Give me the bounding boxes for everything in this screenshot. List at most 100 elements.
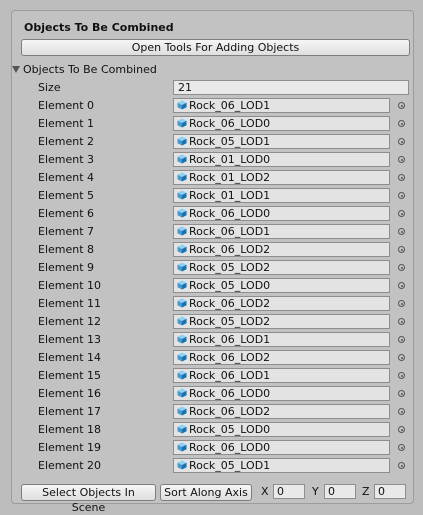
object-name: Rock_06_LOD0 xyxy=(189,441,271,454)
object-field[interactable]: Rock_06_LOD0 xyxy=(173,116,390,131)
object-name: Rock_06_LOD2 xyxy=(189,243,271,256)
element-row: Element 10 Rock_05_LOD0 xyxy=(12,277,415,295)
element-label: Element 9 xyxy=(38,261,95,274)
x-axis-input[interactable]: 0 xyxy=(273,484,305,499)
panel-title: Objects To Be Combined xyxy=(24,21,174,34)
mesh-cube-icon xyxy=(177,406,187,416)
object-name: Rock_06_LOD1 xyxy=(189,225,271,238)
object-field[interactable]: Rock_06_LOD0 xyxy=(173,206,390,221)
element-label: Element 12 xyxy=(38,315,102,328)
object-picker-icon[interactable] xyxy=(398,210,405,217)
object-field[interactable]: Rock_01_LOD0 xyxy=(173,152,390,167)
object-picker-icon[interactable] xyxy=(398,138,405,145)
object-field[interactable]: Rock_05_LOD1 xyxy=(173,134,390,149)
object-picker-icon[interactable] xyxy=(398,390,405,397)
element-row: Element 4 Rock_01_LOD2 xyxy=(12,169,415,187)
object-field[interactable]: Rock_06_LOD1 xyxy=(173,332,390,347)
object-picker-icon[interactable] xyxy=(398,156,405,163)
foldout-arrow-icon[interactable] xyxy=(12,66,20,73)
object-picker-icon[interactable] xyxy=(398,408,405,415)
object-name: Rock_06_LOD1 xyxy=(189,99,271,112)
mesh-cube-icon xyxy=(177,154,187,164)
mesh-cube-icon xyxy=(177,424,187,434)
element-label: Element 2 xyxy=(38,135,95,148)
mesh-cube-icon xyxy=(177,334,187,344)
object-field[interactable]: Rock_06_LOD2 xyxy=(173,350,390,365)
element-row: Element 11 Rock_06_LOD2 xyxy=(12,295,415,313)
select-objects-button[interactable]: Select Objects In Scene xyxy=(21,484,156,514)
object-picker-icon[interactable] xyxy=(398,426,405,433)
object-field[interactable]: Rock_01_LOD1 xyxy=(173,188,390,203)
element-row: Element 9 Rock_05_LOD2 xyxy=(12,259,415,277)
element-row: Element 13 Rock_06_LOD1 xyxy=(12,331,415,349)
mesh-cube-icon xyxy=(177,100,187,110)
object-field[interactable]: Rock_06_LOD2 xyxy=(173,296,390,311)
object-name: Rock_01_LOD1 xyxy=(189,189,271,202)
object-picker-icon[interactable] xyxy=(398,120,405,127)
element-label: Element 8 xyxy=(38,243,95,256)
object-name: Rock_05_LOD2 xyxy=(189,315,271,328)
object-picker-icon[interactable] xyxy=(398,372,405,379)
object-picker-icon[interactable] xyxy=(398,282,405,289)
object-picker-icon[interactable] xyxy=(398,462,405,469)
object-field[interactable]: Rock_06_LOD1 xyxy=(173,224,390,239)
element-row: Element 20 Rock_05_LOD1 xyxy=(12,457,415,475)
object-picker-icon[interactable] xyxy=(398,246,405,253)
element-row: Element 14 Rock_06_LOD2 xyxy=(12,349,415,367)
element-label: Element 6 xyxy=(38,207,95,220)
element-row: Element 6 Rock_06_LOD0 xyxy=(12,205,415,223)
object-field[interactable]: Rock_05_LOD0 xyxy=(173,278,390,293)
mesh-cube-icon xyxy=(177,262,187,272)
mesh-cube-icon xyxy=(177,298,187,308)
object-picker-icon[interactable] xyxy=(398,264,405,271)
sort-along-axis-button[interactable]: Sort Along Axis xyxy=(160,484,252,501)
element-row: Element 17 Rock_06_LOD2 xyxy=(12,403,415,421)
element-row: Element 18 Rock_05_LOD0 xyxy=(12,421,415,439)
object-field[interactable]: Rock_06_LOD2 xyxy=(173,404,390,419)
object-picker-icon[interactable] xyxy=(398,174,405,181)
object-field[interactable]: Rock_05_LOD1 xyxy=(173,458,390,473)
mesh-cube-icon xyxy=(177,442,187,452)
element-label: Element 1 xyxy=(38,117,95,130)
object-field[interactable]: Rock_01_LOD2 xyxy=(173,170,390,185)
foldout-header[interactable]: Objects To Be Combined xyxy=(12,62,157,78)
element-label: Element 0 xyxy=(38,99,95,112)
element-label: Element 5 xyxy=(38,189,95,202)
element-label: Element 4 xyxy=(38,171,95,184)
size-input[interactable]: 21 xyxy=(173,80,409,95)
open-tools-button[interactable]: Open Tools For Adding Objects xyxy=(21,39,410,56)
object-picker-icon[interactable] xyxy=(398,354,405,361)
mesh-cube-icon xyxy=(177,226,187,236)
object-picker-icon[interactable] xyxy=(398,318,405,325)
mesh-cube-icon xyxy=(177,208,187,218)
object-picker-icon[interactable] xyxy=(398,102,405,109)
element-label: Element 15 xyxy=(38,369,102,382)
element-row: Element 3 Rock_01_LOD0 xyxy=(12,151,415,169)
object-field[interactable]: Rock_06_LOD0 xyxy=(173,386,390,401)
object-field[interactable]: Rock_06_LOD1 xyxy=(173,368,390,383)
y-axis-input[interactable]: 0 xyxy=(324,484,356,499)
object-picker-icon[interactable] xyxy=(398,300,405,307)
object-name: Rock_01_LOD2 xyxy=(189,171,271,184)
object-picker-icon[interactable] xyxy=(398,336,405,343)
mesh-cube-icon xyxy=(177,172,187,182)
element-label: Element 18 xyxy=(38,423,102,436)
element-row: Element 7 Rock_06_LOD1 xyxy=(12,223,415,241)
object-picker-icon[interactable] xyxy=(398,228,405,235)
object-field[interactable]: Rock_05_LOD2 xyxy=(173,314,390,329)
object-field[interactable]: Rock_06_LOD0 xyxy=(173,440,390,455)
object-picker-icon[interactable] xyxy=(398,444,405,451)
object-field[interactable]: Rock_06_LOD2 xyxy=(173,242,390,257)
mesh-cube-icon xyxy=(177,370,187,380)
object-field[interactable]: Rock_06_LOD1 xyxy=(173,98,390,113)
object-field[interactable]: Rock_05_LOD2 xyxy=(173,260,390,275)
size-row: Size 21 xyxy=(12,79,415,97)
object-picker-icon[interactable] xyxy=(398,192,405,199)
element-row: Element 2 Rock_05_LOD1 xyxy=(12,133,415,151)
object-field[interactable]: Rock_05_LOD0 xyxy=(173,422,390,437)
object-name: Rock_06_LOD2 xyxy=(189,351,271,364)
object-name: Rock_05_LOD1 xyxy=(189,135,271,148)
element-row: Element 15 Rock_06_LOD1 xyxy=(12,367,415,385)
z-axis-input[interactable]: 0 xyxy=(374,484,406,499)
x-axis-label: X xyxy=(261,485,269,498)
